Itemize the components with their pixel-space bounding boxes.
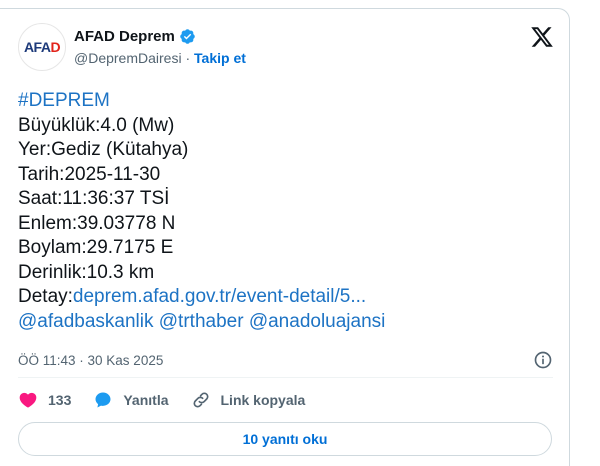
action-bar: 133 Yanıtla Link kopyala: [18, 390, 327, 410]
hashtag-link[interactable]: #DEPREM: [18, 90, 110, 111]
tweet-card: AFAD AFAD Deprem @DepremDairesi · Takip …: [0, 8, 570, 466]
text-line: Büyüklük:4.0 (Mw): [18, 114, 175, 136]
x-logo-icon[interactable]: [530, 25, 554, 49]
name-row: AFAD Deprem: [74, 28, 196, 45]
copy-link-label: Link kopyala: [220, 392, 306, 408]
text-line: Tarih:2025-11-30: [18, 163, 161, 185]
mention-link[interactable]: @afadbaskanlik: [18, 311, 153, 332]
separator: ·: [181, 50, 195, 66]
avatar-logo: AFAD: [23, 39, 61, 55]
avatar[interactable]: AFAD: [18, 23, 66, 71]
tweet-text: #DEPREM Büyüklük:4.0 (Mw) Yer:Gediz (Küt…: [18, 89, 558, 334]
tweet-header: AFAD AFAD Deprem @DepremDairesi · Takip …: [18, 23, 558, 71]
mention-link[interactable]: @anadoluajansi: [249, 311, 386, 332]
reply-icon: [95, 392, 111, 408]
copy-link-button[interactable]: Link kopyala: [191, 390, 306, 410]
detail-label: Detay:: [18, 286, 73, 307]
heart-icon: [19, 392, 37, 408]
text-line: Yer:Gediz (Kütahya): [18, 139, 189, 160]
read-replies-button[interactable]: 10 yanıtı oku: [18, 422, 552, 456]
like-count: 133: [48, 392, 72, 408]
reply-label: Yanıtla: [123, 392, 169, 408]
handle[interactable]: @DepremDairesi: [74, 50, 182, 66]
verified-badge-icon: [180, 29, 195, 44]
text-line: Enlem:39.03778 N: [18, 212, 176, 234]
meta-row: ÖÖ 11:43 · 30 Kas 2025: [18, 350, 553, 370]
follow-button[interactable]: Takip et: [194, 50, 246, 66]
text-line: Saat:11:36:37 TSİ: [18, 188, 170, 209]
like-button[interactable]: 133: [18, 390, 71, 410]
mention-link[interactable]: @trthaber: [159, 311, 244, 332]
detail-link[interactable]: deprem.afad.gov.tr/event-detail/5...: [73, 286, 366, 307]
display-name[interactable]: AFAD Deprem: [74, 28, 175, 45]
text-line: Derinlik:10.3 km: [18, 261, 155, 283]
text-line: Boylam:29.7175 E: [18, 237, 174, 258]
divider: [18, 377, 553, 378]
link-icon: [193, 392, 208, 408]
reply-button[interactable]: Yanıtla: [93, 390, 169, 410]
info-icon[interactable]: [533, 350, 553, 370]
handle-row: @DepremDairesi · Takip et: [74, 50, 246, 66]
timestamp[interactable]: ÖÖ 11:43 · 30 Kas 2025: [18, 353, 163, 368]
